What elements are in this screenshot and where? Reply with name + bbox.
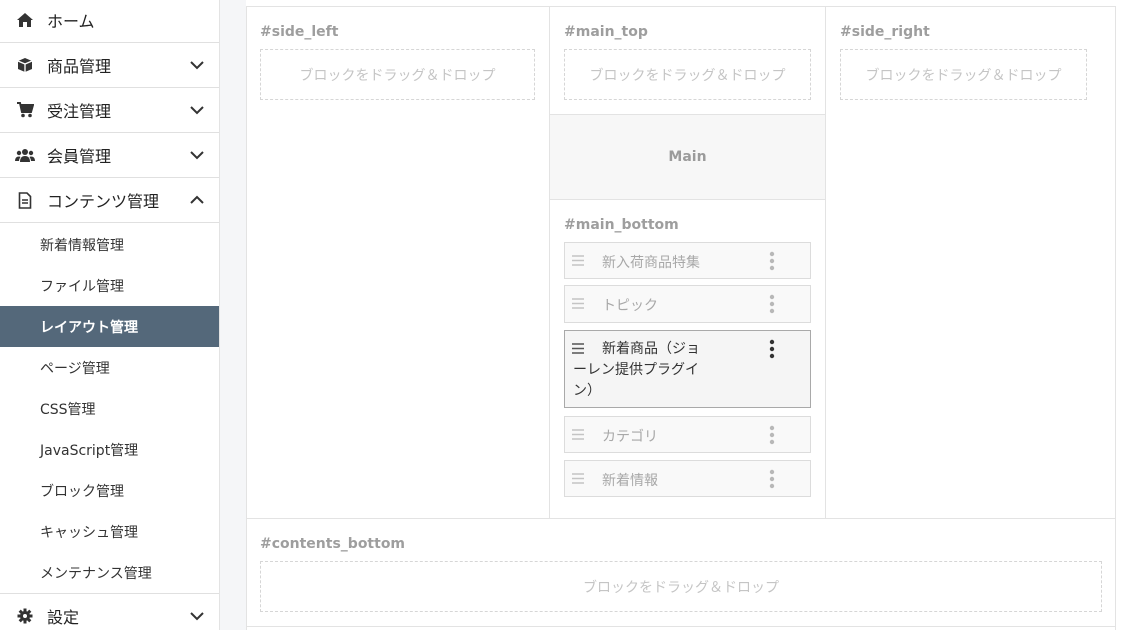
nav-contents-label: コンテンツ管理: [47, 192, 160, 211]
column-divider-left: [549, 6, 550, 518]
main-top-dropzone[interactable]: ブロックをドラッグ＆ドロップ: [564, 49, 811, 100]
kebab-menu-icon[interactable]: [769, 294, 775, 314]
layout-block[interactable]: トピック: [564, 285, 811, 323]
cart-icon: [15, 101, 35, 119]
frame-top-line: [246, 6, 1116, 7]
side-right-dropzone[interactable]: ブロックをドラッグ＆ドロップ: [840, 49, 1087, 100]
drag-handle-icon[interactable]: [572, 429, 584, 440]
box-icon: [15, 56, 35, 74]
chevron-down-icon: [190, 61, 204, 70]
nav-settings[interactable]: 設定: [0, 593, 219, 630]
drag-handle-icon[interactable]: [572, 298, 584, 309]
main-content-area: Main: [550, 115, 825, 199]
drag-handle-icon[interactable]: [572, 255, 584, 266]
sidebar: ホーム 商品管理 受注管理 会員管理 コンテンツ管理 新着情報管理 ファイル管理…: [0, 0, 220, 630]
block-name: 新着商品（ジョーレン提供プラグイン）: [573, 341, 700, 399]
layout-block[interactable]: カテゴリ: [564, 416, 811, 453]
block-name: トピック: [602, 298, 658, 314]
nav-sub-cache[interactable]: キャッシュ管理: [0, 511, 219, 552]
kebab-menu-icon[interactable]: [769, 251, 775, 271]
nav-sub-javascript[interactable]: JavaScript管理: [0, 429, 219, 470]
nav-home[interactable]: ホーム: [0, 0, 219, 43]
block-name: カテゴリ: [602, 429, 658, 445]
chevron-down-icon: [190, 106, 204, 115]
nav-sub-news[interactable]: 新着情報管理: [0, 224, 219, 265]
nav-sub-maintenance[interactable]: メンテナンス管理: [0, 552, 219, 593]
kebab-menu-icon[interactable]: [769, 469, 775, 489]
nav-products[interactable]: 商品管理: [0, 43, 219, 88]
main-box-bottom-line: [550, 199, 825, 200]
main-top-title: #main_top: [564, 24, 648, 40]
contents-bottom-divider: [246, 518, 1116, 519]
layout-canvas: #side_left ブロックをドラッグ＆ドロップ #main_top ブロック…: [246, 0, 1126, 630]
nav-sub-files[interactable]: ファイル管理: [0, 265, 219, 306]
drag-handle-icon[interactable]: [572, 473, 584, 484]
nav-sub-blocks[interactable]: ブロック管理: [0, 470, 219, 511]
side-left-title: #side_left: [260, 24, 339, 40]
contents-bottom-dropzone[interactable]: ブロックをドラッグ＆ドロップ: [260, 561, 1102, 612]
layout-block[interactable]: 新着情報: [564, 460, 811, 497]
home-icon: [15, 11, 35, 29]
block-name: 新着情報: [602, 473, 658, 489]
nav-orders-label: 受注管理: [47, 102, 112, 121]
frame-right-line: [1115, 6, 1116, 630]
nav-sub-pages[interactable]: ページ管理: [0, 347, 219, 388]
layout-block-selected[interactable]: 新着商品（ジョーレン提供プラグイン）: [564, 330, 811, 408]
kebab-menu-icon[interactable]: [769, 339, 775, 359]
content-gutter: [220, 0, 246, 630]
side-left-dropzone[interactable]: ブロックをドラッグ＆ドロップ: [260, 49, 535, 100]
chevron-down-icon: [190, 151, 204, 160]
nav-home-label: ホーム: [47, 12, 95, 31]
users-icon: [15, 146, 35, 164]
chevron-up-icon: [190, 195, 204, 204]
nav-products-label: 商品管理: [47, 57, 112, 76]
frame-bottom-line: [246, 626, 1116, 627]
frame-left-line: [246, 6, 247, 630]
layout-block[interactable]: 新入荷商品特集: [564, 242, 811, 279]
nav-orders[interactable]: 受注管理: [0, 88, 219, 133]
file-icon: [15, 191, 35, 209]
column-divider-right: [825, 6, 826, 518]
nav-sub-css[interactable]: CSS管理: [0, 388, 219, 429]
nav-sub-layout[interactable]: レイアウト管理: [0, 306, 219, 347]
kebab-menu-icon[interactable]: [769, 425, 775, 445]
nav-settings-label: 設定: [47, 607, 80, 627]
nav-members[interactable]: 会員管理: [0, 133, 219, 178]
block-name: 新入荷商品特集: [602, 255, 700, 271]
side-right-title: #side_right: [840, 24, 930, 40]
chevron-down-icon: [190, 611, 204, 620]
gear-icon: [15, 607, 35, 625]
nav-members-label: 会員管理: [47, 147, 112, 166]
nav-contents[interactable]: コンテンツ管理: [0, 178, 219, 223]
contents-bottom-title: #contents_bottom: [260, 536, 406, 552]
main-bottom-title: #main_bottom: [564, 217, 679, 233]
